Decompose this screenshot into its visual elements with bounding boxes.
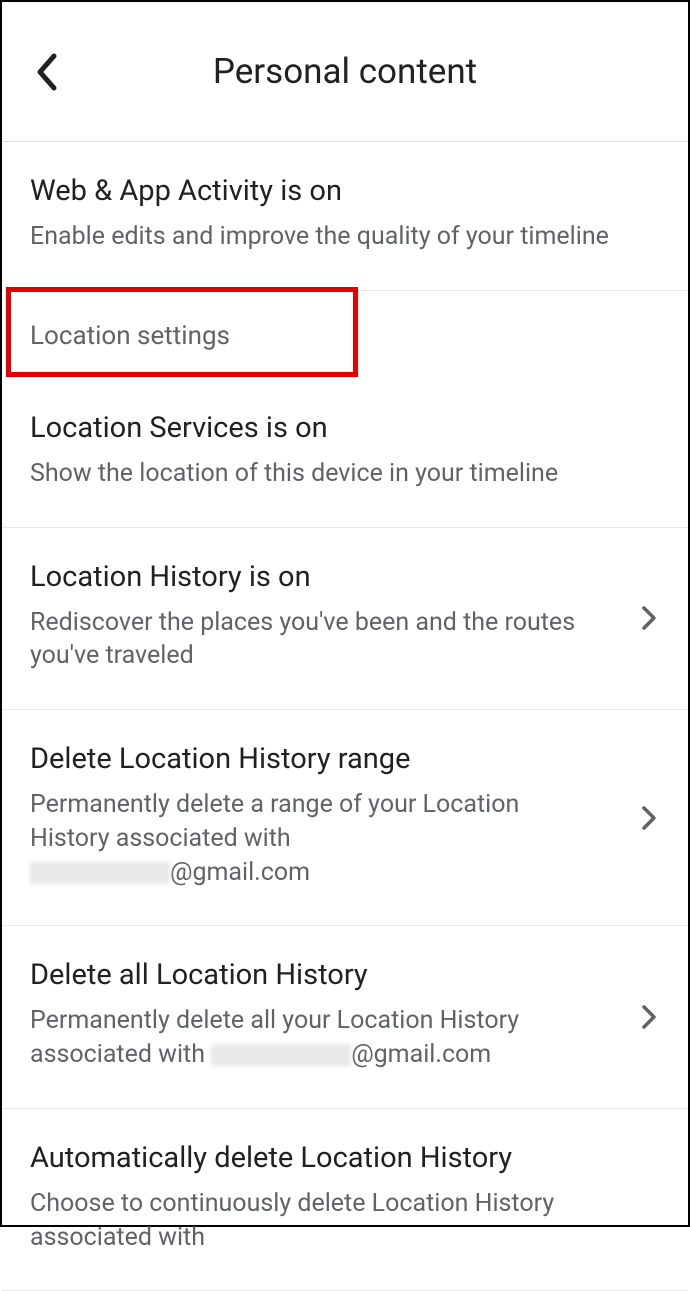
location-settings-label: Location settings — [30, 321, 660, 351]
redacted-email-user — [30, 862, 170, 884]
location-history-description: Rediscover the places you've been and th… — [30, 606, 660, 674]
header: Personal content — [2, 2, 688, 142]
chevron-right-icon — [638, 603, 660, 633]
delete-range-title: Delete Location History range — [30, 742, 660, 776]
web-activity-section: Web & App Activity is on Enable edits an… — [2, 142, 688, 291]
web-activity-title: Web & App Activity is on — [30, 174, 660, 208]
web-app-activity-item[interactable]: Web & App Activity is on Enable edits an… — [2, 142, 688, 290]
location-history-title: Location History is on — [30, 560, 660, 594]
chevron-right-icon — [638, 1002, 660, 1032]
web-activity-description: Enable edits and improve the quality of … — [30, 220, 660, 254]
auto-delete-description: Choose to continuously delete Location H… — [30, 1187, 660, 1255]
delete-range-desc-prefix: Permanently delete a range of your Locat… — [30, 790, 519, 853]
delete-all-email-suffix: @gmail.com — [351, 1040, 491, 1069]
location-settings-header: Location settings — [2, 291, 688, 367]
chevron-left-icon — [32, 52, 60, 92]
delete-all-item[interactable]: Delete all Location History Permanently … — [2, 926, 688, 1108]
auto-delete-item[interactable]: Automatically delete Location History Ch… — [2, 1109, 688, 1291]
location-history-item[interactable]: Location History is on Rediscover the pl… — [2, 528, 688, 710]
delete-all-description: Permanently delete all your Location His… — [30, 1004, 660, 1072]
auto-delete-title: Automatically delete Location History — [30, 1141, 660, 1175]
redacted-email-user — [211, 1044, 351, 1066]
chevron-right-icon — [638, 803, 660, 833]
location-history-section: Location History is on Rediscover the pl… — [2, 528, 688, 711]
back-button[interactable] — [26, 52, 66, 92]
delete-range-email-suffix: @gmail.com — [170, 858, 310, 887]
delete-all-section: Delete all Location History Permanently … — [2, 926, 688, 1109]
location-services-description: Show the location of this device in your… — [30, 457, 660, 491]
page-title: Personal content — [22, 51, 668, 92]
delete-all-title: Delete all Location History — [30, 958, 660, 992]
location-services-item[interactable]: Location Services is on Show the locatio… — [2, 367, 688, 527]
delete-range-description: Permanently delete a range of your Locat… — [30, 788, 660, 889]
location-services-title: Location Services is on — [30, 411, 660, 445]
auto-delete-section: Automatically delete Location History Ch… — [2, 1109, 688, 1291]
delete-range-section: Delete Location History range Permanentl… — [2, 710, 688, 926]
location-services-section: Location Services is on Show the locatio… — [2, 367, 688, 528]
delete-range-item[interactable]: Delete Location History range Permanentl… — [2, 710, 688, 925]
